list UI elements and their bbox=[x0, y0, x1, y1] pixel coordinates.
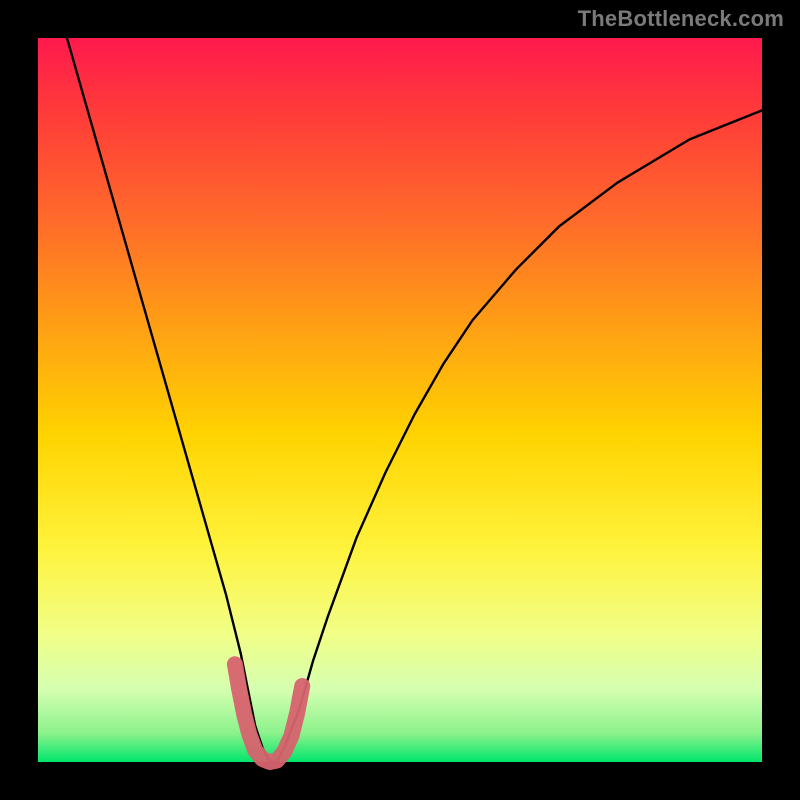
chart-svg bbox=[38, 38, 762, 762]
bottleneck-curve bbox=[67, 38, 762, 762]
highlight-segment bbox=[235, 664, 302, 762]
chart-frame: TheBottleneck.com bbox=[0, 0, 800, 800]
plot-area bbox=[38, 38, 762, 762]
watermark: TheBottleneck.com bbox=[578, 6, 784, 32]
